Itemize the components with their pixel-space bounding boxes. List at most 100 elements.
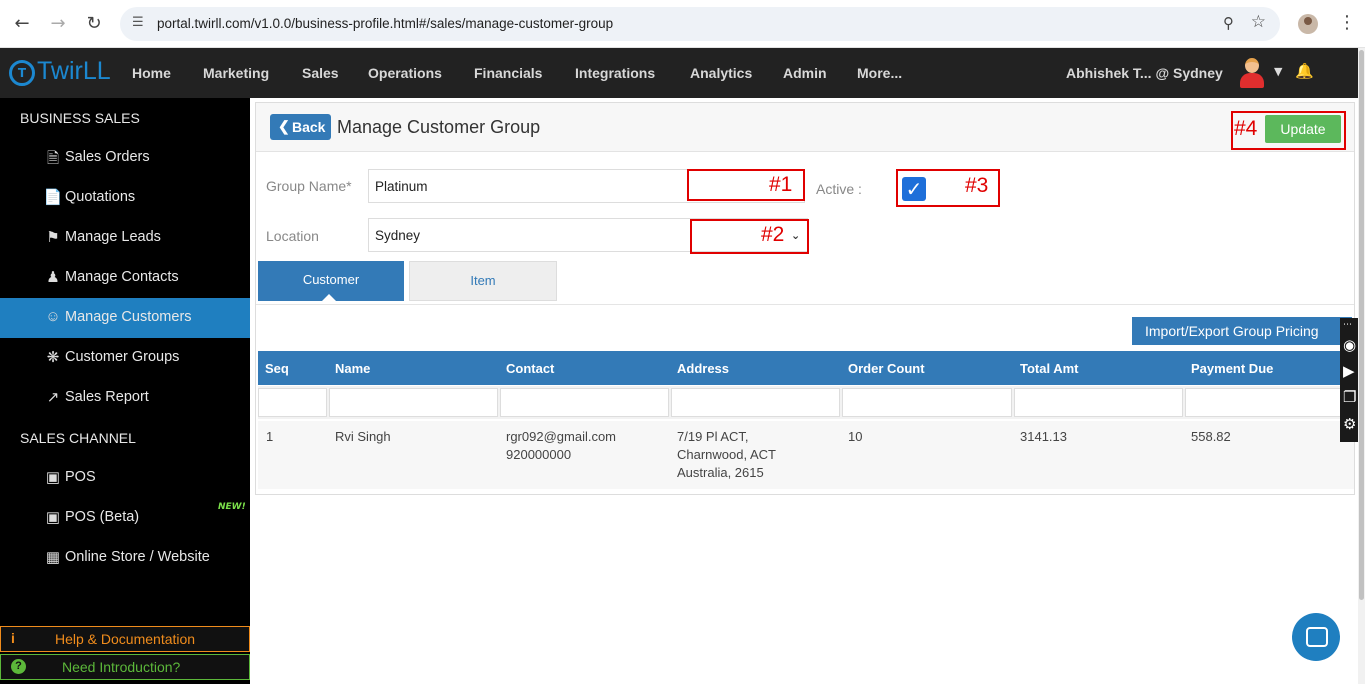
active-label: Active : — [816, 181, 862, 197]
sidebar-item-label: POS (Beta) — [65, 509, 140, 525]
sidebar-item-pos[interactable]: ▣ POS — [0, 458, 250, 498]
forward-arrow-icon[interactable]: → — [46, 12, 70, 36]
sidebar-item-label: Manage Leads — [65, 229, 161, 245]
url-text[interactable]: portal.twirll.com/v1.0.0/business-profil… — [157, 16, 613, 31]
browser-profile-avatar[interactable] — [1298, 14, 1318, 34]
header-address[interactable]: Address — [677, 361, 729, 376]
browser-menu-icon[interactable]: ⋮ — [1338, 12, 1356, 33]
sidebar-item-customer-groups[interactable]: ❋ Customer Groups — [0, 338, 250, 378]
tab-item[interactable]: Item — [409, 261, 557, 301]
import-export-group-pricing-button[interactable]: Import/Export Group Pricing — [1132, 317, 1352, 345]
customer-group-panel: ❮ Back Manage Customer Group #4 Update Gr… — [255, 102, 1355, 495]
page-scrollbar[interactable] — [1358, 48, 1365, 684]
sidebar-item-quotations[interactable]: 📄 Quotations — [0, 178, 250, 218]
nav-operations[interactable]: Operations — [368, 65, 442, 81]
address-bar[interactable]: ☰ portal.twirll.com/v1.0.0/business-prof… — [120, 7, 1280, 41]
sidebar-item-manage-customers[interactable]: ☺ Manage Customers — [0, 298, 250, 338]
user-avatar-icon[interactable] — [1238, 56, 1266, 90]
sidebar-item-label: POS — [65, 469, 96, 485]
group-name-label: Group Name* — [266, 178, 352, 194]
window-capture-icon[interactable]: ❐ — [1343, 388, 1356, 406]
nav-admin[interactable]: Admin — [783, 65, 827, 81]
location-pin-icon[interactable]: ⚲ — [1223, 14, 1234, 32]
toolbar-grip-icon[interactable]: ⋯ — [1343, 320, 1352, 330]
filter-name-input[interactable] — [329, 388, 498, 417]
header-payment-due[interactable]: Payment Due — [1191, 361, 1273, 376]
active-tab-indicator — [322, 294, 336, 301]
sidebar-section-business-sales: BUSINESS SALES — [20, 110, 140, 126]
site-settings-icon[interactable]: ☰ — [132, 15, 144, 30]
header-contact[interactable]: Contact — [506, 361, 554, 376]
header-name[interactable]: Name — [335, 361, 370, 376]
user-dropdown-caret-icon[interactable]: ▼ — [1274, 65, 1282, 78]
nav-financials[interactable]: Financials — [474, 65, 542, 81]
nav-home[interactable]: Home — [132, 65, 171, 81]
annotation-label-1: #1 — [769, 173, 793, 196]
cluster-icon: ❋ — [46, 349, 60, 366]
header-total-amt[interactable]: Total Amt — [1020, 361, 1079, 376]
nav-marketing[interactable]: Marketing — [203, 65, 269, 81]
nav-more[interactable]: More... — [857, 65, 902, 81]
active-checkbox[interactable]: ✓ — [902, 177, 926, 201]
new-badge: NEW! — [218, 502, 246, 512]
tags-icon: ⚑ — [46, 229, 60, 246]
nav-analytics[interactable]: Analytics — [690, 65, 752, 81]
table-row[interactable]: 1 Rvi Singh rgr092@gmail.com 920000000 7… — [258, 421, 1354, 489]
update-button[interactable]: Update — [1265, 115, 1341, 143]
sidebar-item-label: Sales Orders — [65, 149, 150, 165]
scrollbar-thumb[interactable] — [1359, 50, 1364, 600]
annotation-box-2 — [690, 219, 809, 254]
help-documentation-button[interactable]: i Help & Documentation — [0, 626, 250, 652]
need-introduction-button[interactable]: ? Need Introduction? — [0, 654, 250, 680]
cell-address-line1: 7/19 Pl ACT, — [677, 429, 749, 444]
user-location-label[interactable]: Abhishek T... @ Sydney — [1066, 65, 1223, 81]
page-title: Manage Customer Group — [337, 117, 541, 137]
chat-support-icon[interactable] — [1292, 613, 1340, 661]
cell-contact-email: rgr092@gmail.com — [506, 429, 617, 444]
header-order-count[interactable]: Order Count — [848, 361, 925, 376]
cell-address-line3: Australia, 2615 — [677, 465, 764, 480]
main-content: ❮ Back Manage Customer Group #4 Update Gr… — [250, 98, 1358, 684]
filter-contact-input[interactable] — [500, 388, 669, 417]
sidebar-item-label: Online Store / Website — [65, 549, 210, 565]
sidebar-item-sales-report[interactable]: ↗ Sales Report — [0, 378, 250, 418]
back-button[interactable]: ❮ Back — [270, 114, 331, 140]
video-camera-icon[interactable]: ▶ — [1343, 362, 1355, 380]
filter-address-input[interactable] — [671, 388, 840, 417]
camera-icon[interactable]: ◉ — [1343, 336, 1356, 354]
cell-address: 7/19 Pl ACT, Charnwood, ACT Australia, 2… — [677, 428, 776, 482]
cell-total-amt: 3141.13 — [1020, 429, 1067, 444]
filter-seq-input[interactable] — [258, 388, 327, 417]
sidebar-item-online-store[interactable]: ▦ Online Store / Website — [0, 538, 250, 578]
cell-contact-phone: 920000000 — [506, 447, 572, 462]
sidebar-item-manage-contacts[interactable]: ♟ Manage Contacts — [0, 258, 250, 298]
top-navigation: T TwirLL Home Marketing Sales Operations… — [0, 48, 1358, 98]
sidebar-item-manage-leads[interactable]: ⚑ Manage Leads — [0, 218, 250, 258]
cell-order-count: 10 — [848, 429, 863, 444]
reload-icon[interactable]: ↻ — [82, 12, 106, 36]
logo-mark-icon: T — [9, 60, 35, 86]
sidebar-item-sales-orders[interactable]: 🗎 Sales Orders — [0, 138, 250, 178]
bookmark-star-icon[interactable]: ☆ — [1251, 12, 1266, 32]
filter-payment-due-input[interactable] — [1185, 388, 1354, 417]
sidebar: BUSINESS SALES 🗎 Sales Orders 📄 Quotations… — [0, 98, 250, 684]
settings-gear-icon[interactable]: ⚙ — [1343, 415, 1356, 433]
filter-row — [258, 386, 1354, 419]
cell-name: Rvi Singh — [335, 429, 391, 444]
annotation-label-3: #3 — [965, 174, 989, 197]
sidebar-item-pos-beta[interactable]: ▣ POS (Beta) — [0, 498, 250, 538]
document-icon: 🗎 — [46, 150, 60, 167]
sidebar-item-label: Sales Report — [65, 389, 149, 405]
filter-total-amt-input[interactable] — [1014, 388, 1183, 417]
nav-integrations[interactable]: Integrations — [575, 65, 655, 81]
cell-payment-due: 558.82 — [1191, 429, 1231, 444]
nav-sales[interactable]: Sales — [302, 65, 339, 81]
notification-bell-icon[interactable]: 🔔 — [1295, 62, 1314, 80]
store-icon: ▦ — [45, 549, 61, 566]
filter-order-count-input[interactable] — [842, 388, 1012, 417]
annotation-label-4: #4 — [1234, 117, 1258, 140]
header-seq[interactable]: Seq — [265, 361, 289, 376]
table-header: Seq Name Contact Address Order Count Tot… — [258, 351, 1354, 385]
file-icon: 📄 — [43, 189, 63, 206]
back-arrow-icon[interactable]: ← — [10, 12, 34, 36]
